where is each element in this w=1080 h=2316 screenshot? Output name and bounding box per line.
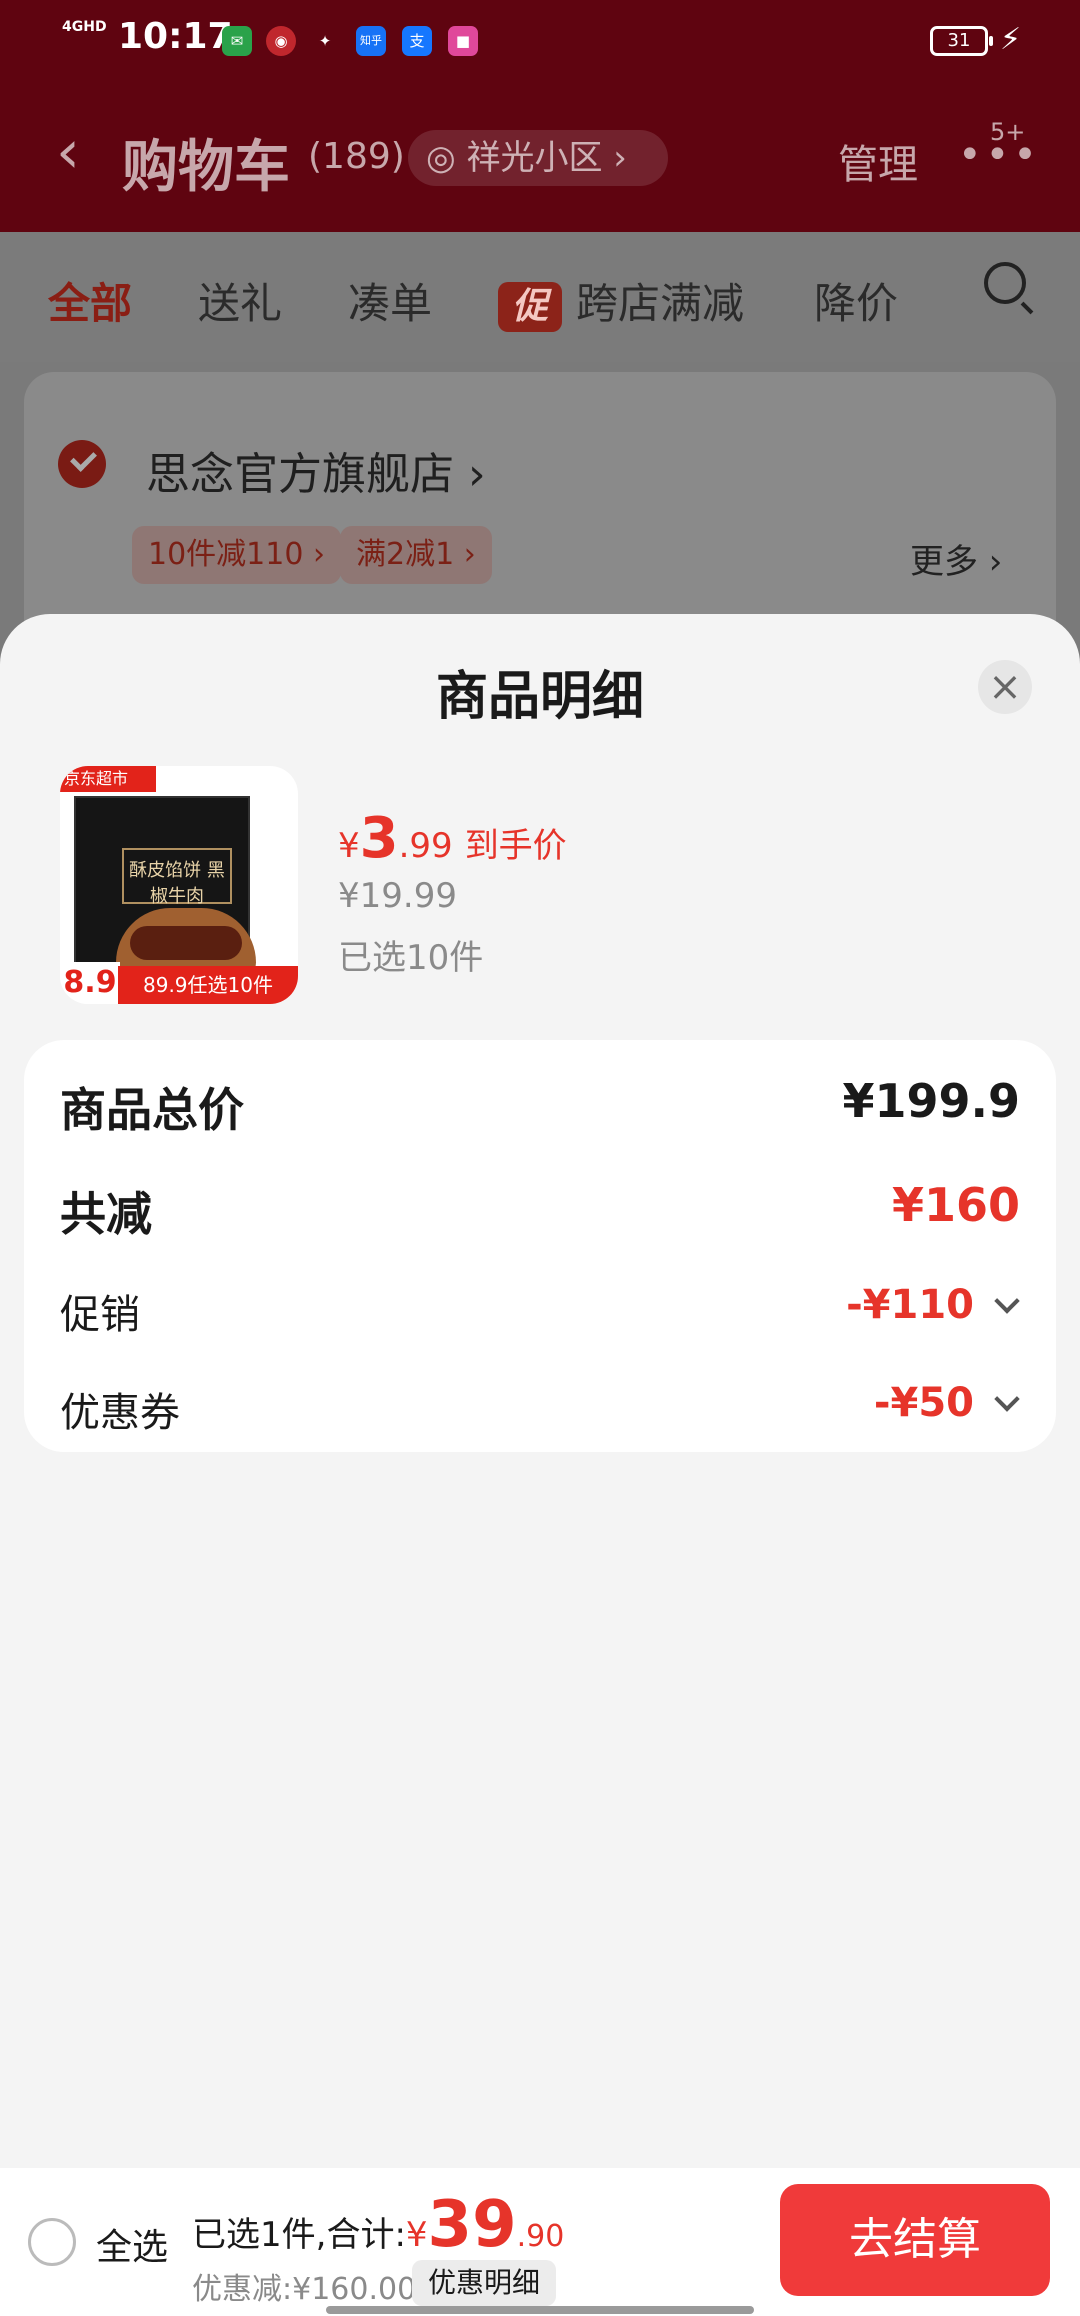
package-graphic: 酥皮馅饼 黑椒牛肉	[74, 796, 256, 978]
coupon-label: 优惠券	[60, 1390, 180, 1436]
discount-amount: 优惠减:¥160.00	[192, 2272, 417, 2307]
tab-price-drop[interactable]: 降价	[814, 270, 898, 331]
status-time: 10:17	[118, 16, 233, 57]
chevron-left-icon[interactable]: ‹	[56, 122, 80, 182]
select-all-label[interactable]: 全选	[96, 2218, 168, 2270]
location-selector[interactable]: ◎ 祥光小区 ›	[408, 130, 668, 186]
product-detail-sheet: 商品明细 × 酥皮馅饼 黑椒牛肉 京东超市 8.9 89.9任选10件 ¥3.9…	[0, 614, 1080, 2168]
price-summary-card: 商品总价 ¥199.9 共减 ¥160 促销 -¥110 优惠券 -¥50	[24, 1040, 1056, 1452]
select-all-radio[interactable]	[28, 2218, 76, 2266]
selected-quantity: 已选10件	[338, 938, 484, 978]
original-price: ¥19.99	[338, 876, 457, 916]
discount-detail-button[interactable]: 优惠明细	[412, 2260, 557, 2306]
chinese-unicom-icon: ◉	[266, 26, 296, 56]
checkout-button[interactable]: 去结算	[780, 2184, 1050, 2296]
tab-cross-store[interactable]: 促跨店满减	[498, 270, 744, 332]
final-price: ¥3.99 到手价	[338, 806, 567, 871]
coupon-row[interactable]: 优惠券 -¥50	[60, 1380, 1020, 1440]
manage-button[interactable]: 管理	[838, 132, 918, 190]
total-label: 商品总价	[60, 1083, 244, 1137]
promo-label: 促销	[60, 1292, 140, 1338]
cart-count: (189)	[308, 136, 405, 177]
alipay-icon: 支	[402, 26, 432, 56]
search-icon[interactable]	[984, 262, 1026, 304]
image-badge: 京东超市	[60, 766, 156, 792]
total-value: ¥199.9	[842, 1074, 1020, 1128]
tab-bundle[interactable]: 凑单	[348, 270, 432, 331]
signal-indicator: 4GHD	[62, 19, 107, 35]
home-indicator[interactable]	[326, 2306, 754, 2314]
reduce-label: 共减	[60, 1187, 152, 1241]
image-price-tag: 8.9	[60, 962, 120, 1004]
battery-icon: 31	[930, 26, 993, 56]
store-name[interactable]: 思念官方旗舰店 ›	[146, 438, 486, 502]
message-badge: 5+	[990, 118, 1026, 146]
close-icon[interactable]: ×	[978, 660, 1032, 714]
filter-tabs: 全部 送礼 凑单 促跨店满减 降价	[0, 232, 1080, 362]
promo-value: -¥110	[846, 1282, 974, 1328]
store-coupon[interactable]: 满2减1 ›	[340, 526, 492, 584]
tab-gift[interactable]: 送礼	[198, 270, 282, 331]
store-more-link[interactable]: 更多 ›	[910, 534, 1002, 583]
reduce-row: 共减 ¥160	[60, 1178, 1020, 1241]
tab-label: 跨店满减	[576, 279, 745, 328]
store-coupon[interactable]: 10件减110 ›	[132, 526, 341, 584]
cart-header: ‹ 购物车 (189) ◎ 祥光小区 › 管理 ••• 5+	[0, 80, 1080, 232]
chevron-right-icon: ›	[602, 138, 627, 178]
zhihu-icon: 知乎	[356, 26, 386, 56]
app-icon: ■	[448, 26, 478, 56]
promo-row[interactable]: 促销 -¥110	[60, 1282, 1020, 1342]
sheet-title: 商品明细	[435, 667, 644, 727]
handshake-icon: ✦	[318, 32, 332, 50]
price-tag-label: 到手价	[464, 826, 567, 866]
package-label: 酥皮馅饼 黑椒牛肉	[122, 848, 232, 907]
total-row: 商品总价 ¥199.9	[60, 1074, 1020, 1137]
promo-mark-icon: 促	[498, 281, 562, 332]
page-title: 购物车	[122, 135, 290, 200]
reduce-value: ¥160	[891, 1178, 1020, 1232]
image-banner: 89.9任选10件	[118, 966, 298, 1004]
charging-icon: ⚡	[1000, 22, 1022, 57]
selected-total: 已选1件,合计:¥39.90	[192, 2188, 565, 2262]
postal-icon: ✉	[222, 26, 252, 56]
store-checkbox[interactable]	[58, 440, 106, 488]
status-bar: 4GHD 10:17 ✉ ◉ ✦ 知乎 支 ■ 31 ⚡	[0, 0, 1080, 80]
product-image[interactable]: 酥皮馅饼 黑椒牛肉 京东超市 8.9 89.9任选10件	[60, 766, 298, 1004]
location-label: 祥光小区	[466, 138, 603, 178]
eye-icon: ◎	[426, 138, 467, 178]
checkout-bar: 全选 已选1件,合计:¥39.90 优惠减:¥160.00 优惠明细 去结算	[0, 2168, 1080, 2316]
tab-all[interactable]: 全部	[48, 270, 132, 331]
